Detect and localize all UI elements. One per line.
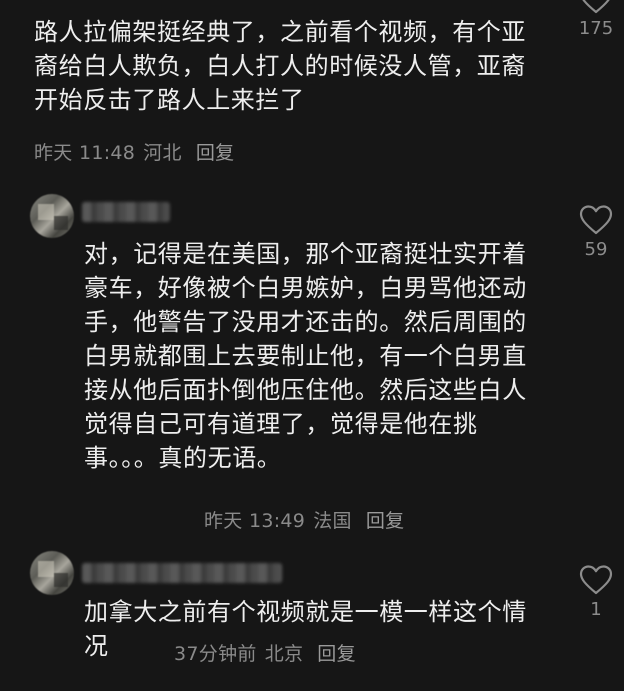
comment-3-reply-button[interactable]: 回复: [317, 643, 356, 665]
comment-2-reply-button[interactable]: 回复: [366, 510, 405, 532]
comment-2-username[interactable]: [82, 202, 170, 222]
comment-1-meta: 昨天 11:48 河北 回复: [34, 138, 242, 165]
comment-1-location: 河北: [143, 142, 182, 164]
comment-3-like-button[interactable]: 1: [571, 565, 621, 620]
comment-3-meta: 37分钟前 北京 回复: [174, 639, 364, 666]
comment-2-text: 对，记得是在美国，那个亚裔挺壮实开着豪车，好像被个白男嫉妒，白男骂他还动手，他警…: [84, 240, 527, 472]
comment-1-text: 路人拉偏架挺经典了，之前看个视频，有个亚裔给白人欺负，白人打人的时候没人管，亚裔…: [34, 18, 526, 114]
comment-3-avatar[interactable]: [30, 551, 74, 595]
comment-2-time: 昨天 13:49: [204, 510, 306, 532]
comment-2-like-count: 59: [584, 239, 608, 260]
comment-1: 路人拉偏架挺经典了，之前看个视频，有个亚裔给白人欺负，白人打人的时候没人管，亚裔…: [0, 0, 624, 175]
comment-2: 对，记得是在美国，那个亚裔挺壮实开着豪车，好像被个白男嫉妒，白男骂他还动手，他警…: [0, 176, 624, 541]
comment-3-location: 北京: [264, 643, 304, 665]
comment-1-like-count: 175: [578, 18, 614, 39]
heart-outline-icon: [579, 205, 613, 235]
comment-3-username[interactable]: [82, 563, 282, 583]
comment-1-reply-button[interactable]: 回复: [196, 142, 235, 164]
comment-3-like-count: 1: [590, 599, 602, 620]
heart-outline-icon: [579, 565, 613, 595]
heart-outline-icon: [582, 0, 610, 14]
comment-3: 加拿大之前有个视频就是一模一样这个情况 37分钟前 北京 回复 1: [0, 541, 624, 691]
comment-2-like-button[interactable]: 59: [571, 205, 621, 260]
comment-2-avatar[interactable]: [30, 194, 74, 238]
comment-1-like-button[interactable]: 175: [571, 0, 621, 39]
comment-3-time: 37分钟前: [174, 643, 257, 665]
comment-1-time: 昨天 11:48: [34, 142, 136, 164]
comment-2-location: 法国: [313, 510, 352, 532]
comment-2-meta: 昨天 13:49 法国 回复: [204, 506, 412, 533]
